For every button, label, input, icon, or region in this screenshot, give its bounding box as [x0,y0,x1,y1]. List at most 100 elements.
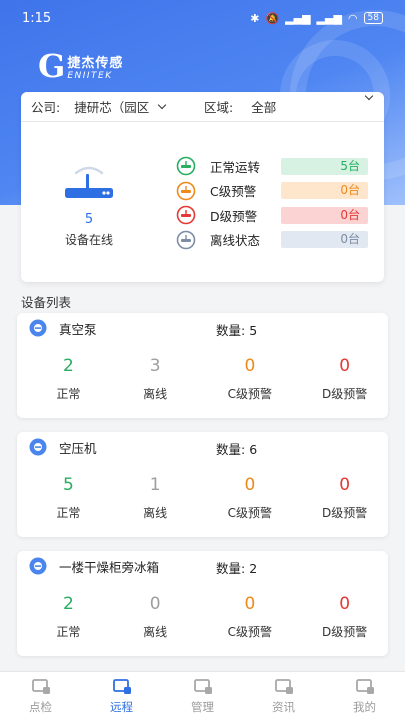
wifi-icon: ◠ [347,11,358,25]
device-stat[interactable]: 0 离线 [112,591,199,640]
stat-value: 0 [339,475,351,495]
device-stat[interactable]: 0 D级预警 [301,353,388,402]
nav-label: 管理 [191,700,214,714]
status-name: 正常运转 [210,159,261,175]
stat-label: C级预警 [227,387,273,401]
area-value: 全部 [251,100,277,115]
profile-icon [354,677,376,697]
online-count: 5 [84,212,94,227]
quantity-label: 数量: [216,561,250,576]
nav-label: 点检 [29,700,52,714]
quantity-label: 数量: [216,323,250,338]
stat-label: 正常 [56,625,81,639]
stat-value: 0 [244,475,256,495]
quantity-value: 6 [249,442,258,457]
logo-mark: G [38,47,66,85]
company-filter[interactable]: 公司: 捷研芯（园区 [31,97,204,116]
nav-item-profile[interactable]: 我的 [324,672,405,720]
status-time: 1:15 [22,10,52,26]
nav-label: 我的 [353,700,376,714]
status-icons: ✱ 🔕 ▂▄▆ ▂▄▆ ◠ 58 [250,12,383,25]
device-quantity: 数量: 5 [216,320,257,339]
signal-icon: ▂▄▆ [316,11,342,25]
device-card[interactable]: 真空泵 数量: 5 2 正常 3 离线 0 C级预警 0 D级预警 [17,313,388,418]
device-stat[interactable]: 1 离线 [112,472,199,521]
area-filter[interactable]: 区域: 全部 [204,91,374,116]
stat-label: D级预警 [322,387,368,401]
stat-label: 离线 [143,387,168,401]
stat-value: 0 [244,356,256,376]
device-card-header: 空压机 数量: 6 [17,432,388,462]
status-name: 离线状态 [210,233,261,248]
status-summary-list: 正常运转 5台 C级预警 0台 D级预警 0台 离线状态 0台 [176,154,368,252]
bottom-navigation: 点检 远程 管理 资讯 我的 [0,671,405,720]
online-label: 设备在线 [64,233,113,247]
mute-icon: 🔕 [265,11,280,25]
quantity-label: 数量: [216,442,250,457]
stat-value: 0 [149,594,161,614]
chevron-down-icon [364,91,374,101]
status-bar: 1:15 ✱ 🔕 ▂▄▆ ▂▄▆ ◠ 58 [0,0,405,36]
status-row[interactable]: C级预警 0台 [176,179,368,203]
device-card-header: 一楼干燥柜旁冰箱 数量: 2 [17,551,388,581]
stat-label: 正常 [56,387,81,401]
stat-value: 2 [62,356,74,376]
device-stat[interactable]: 0 D级预警 [301,472,388,521]
remote-icon [111,677,133,697]
nav-item-manage[interactable]: 管理 [162,672,243,720]
stat-value: 0 [244,594,256,614]
quantity-value: 2 [249,561,258,576]
device-stats: 5 正常 1 离线 0 C级预警 0 D级预警 [17,472,388,521]
device-icon [29,319,47,337]
stat-label: D级预警 [322,506,368,520]
status-count: 0台 [281,231,368,248]
device-card[interactable]: 一楼干燥柜旁冰箱 数量: 2 2 正常 0 离线 0 C级预警 0 D级预警 [17,551,388,656]
device-stat[interactable]: 3 离线 [112,353,199,402]
status-count: 0台 [281,182,368,199]
device-card-header: 真空泵 数量: 5 [17,313,388,343]
status-row[interactable]: 正常运转 5台 [176,154,368,178]
device-stat[interactable]: 2 正常 [25,353,112,402]
device-stat[interactable]: 5 正常 [25,472,112,521]
news-icon [273,677,295,697]
nav-item-remote[interactable]: 远程 [81,672,162,720]
inspection-icon [30,677,52,697]
device-stat[interactable]: 2 正常 [25,591,112,640]
company-logo: G 捷杰传感 ENIITEK [38,50,123,82]
stat-label: 离线 [143,625,168,639]
stat-value: 2 [62,594,74,614]
device-stat[interactable]: 0 C级预警 [207,353,294,402]
summary-card: 公司: 捷研芯（园区 区域: 全部 5 设备在线 正常运转 5台 C级预警 0台… [21,91,384,282]
bluetooth-icon: ✱ [250,11,260,25]
device-stat[interactable]: 0 D级预警 [301,591,388,640]
device-name: 空压机 [59,440,97,456]
signal-icon: ▂▄▆ [285,11,311,25]
device-quantity: 数量: 6 [216,439,257,458]
device-name: 真空泵 [59,321,97,337]
device-name: 一楼干燥柜旁冰箱 [59,559,160,575]
device-list-title: 设备列表 [21,295,72,310]
stat-label: C级预警 [227,506,273,520]
nav-item-news[interactable]: 资讯 [243,672,324,720]
stat-value: 3 [149,356,161,376]
device-stats: 2 正常 3 离线 0 C级预警 0 D级预警 [17,353,388,402]
status-name: D级预警 [210,208,258,224]
offline-status-icon [176,230,196,250]
device-card[interactable]: 空压机 数量: 6 5 正常 1 离线 0 C级预警 0 D级预警 [17,432,388,537]
company-value: 捷研芯（园区 [74,100,150,115]
nav-item-inspection[interactable]: 点检 [0,672,81,720]
router-icon [64,164,114,204]
status-count: 5台 [281,157,368,175]
status-row[interactable]: 离线状态 0台 [176,228,368,252]
device-stat[interactable]: 0 C级预警 [207,591,294,640]
stat-value: 5 [62,475,74,495]
c-warning-icon [176,181,196,201]
battery-icon: 58 [363,12,383,24]
device-stat[interactable]: 0 C级预警 [207,472,294,521]
nav-label: 远程 [110,700,133,714]
manage-icon [192,677,214,697]
company-label: 公司: [31,100,61,115]
stat-label: D级预警 [322,625,368,639]
status-row[interactable]: D级预警 0台 [176,203,368,227]
stat-label: 正常 [56,506,81,520]
